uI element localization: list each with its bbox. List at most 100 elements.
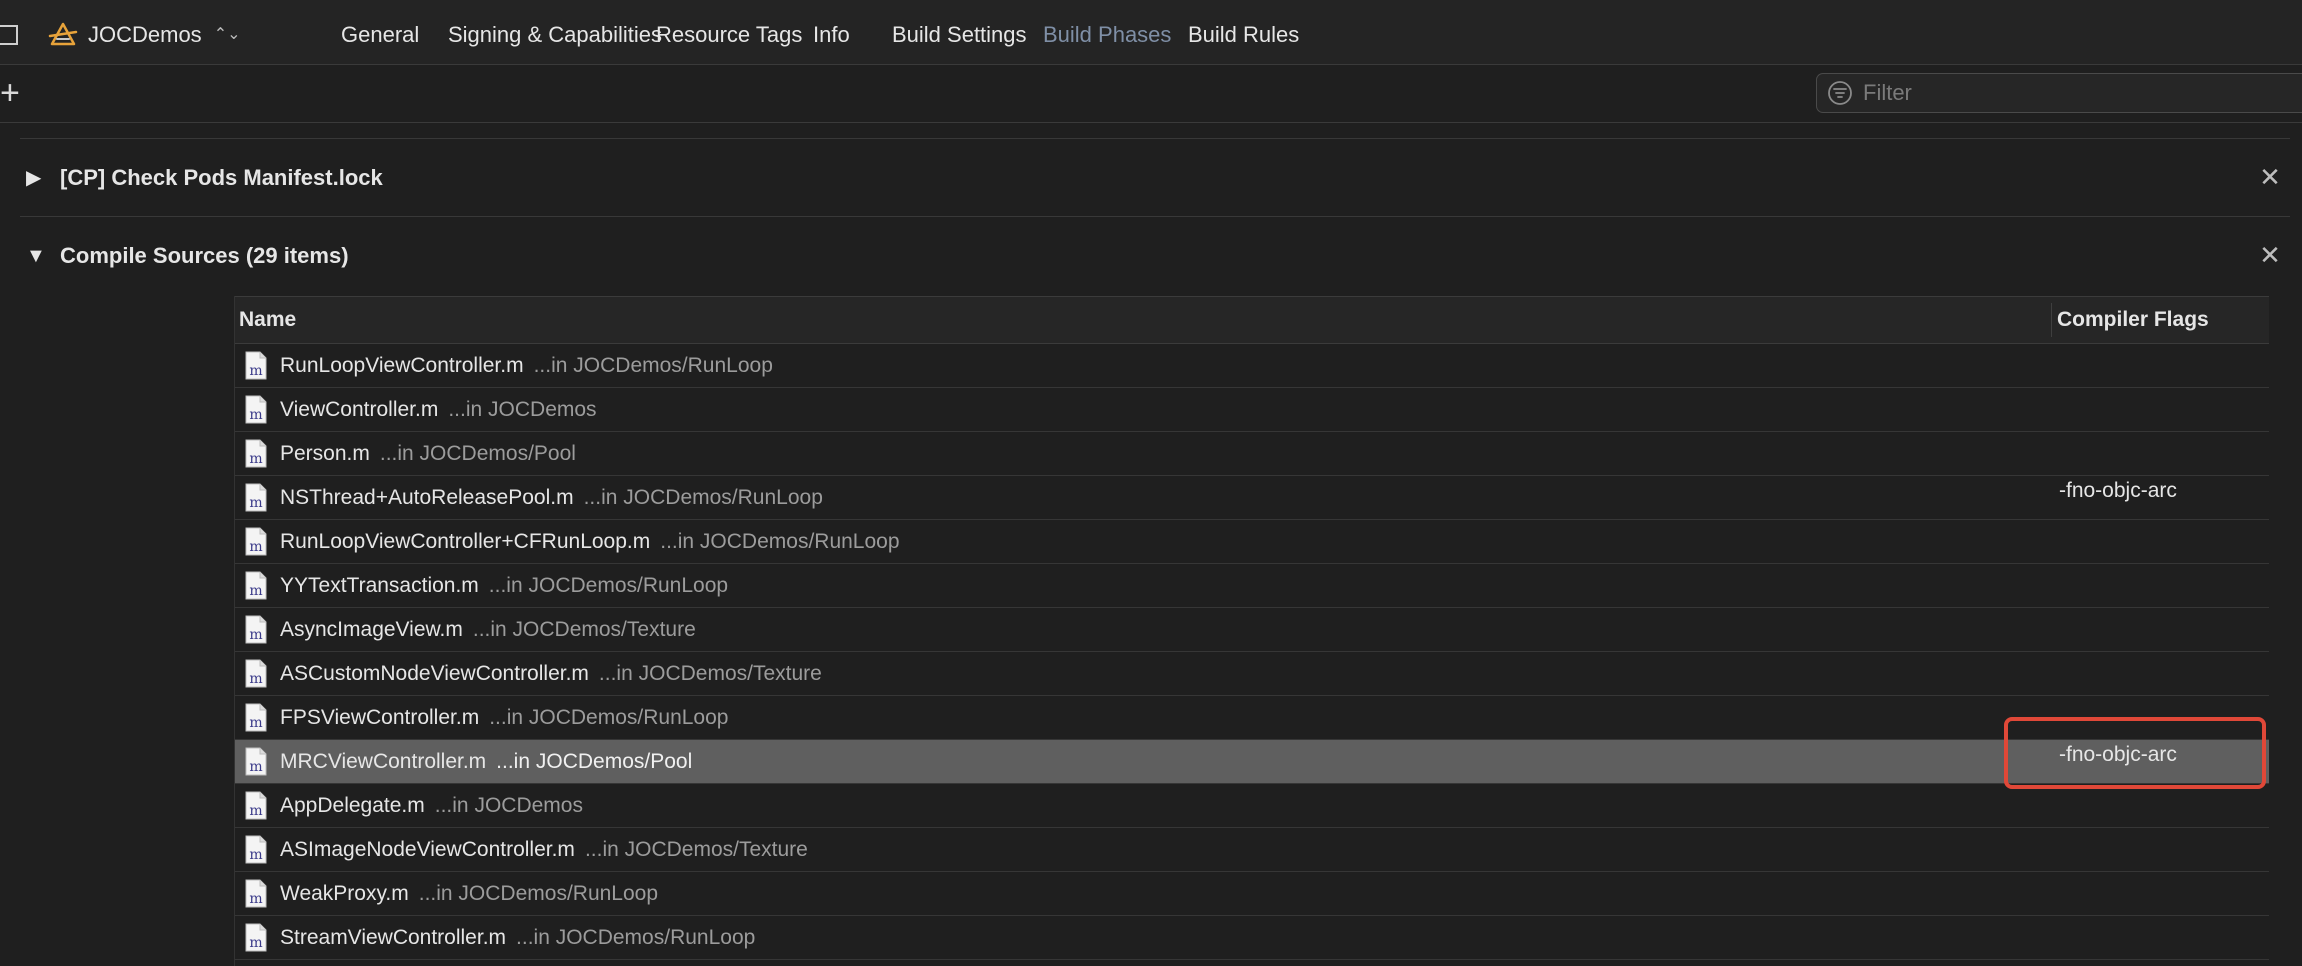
- file-location: ...in JOCDemos/RunLoop: [533, 354, 773, 377]
- objc-source-file-icon: m: [245, 351, 267, 380]
- filter-icon: [1828, 81, 1852, 105]
- editor-tab-bar: JOCDemos ⌃⌄ General Signing & Capabiliti…: [0, 0, 2302, 65]
- column-divider[interactable]: [2051, 303, 2052, 337]
- app-target-icon: [48, 22, 78, 46]
- file-location: ...in JOCDemos/Texture: [584, 838, 808, 861]
- chevron-up-down-icon: ⌃⌄: [213, 26, 241, 43]
- table-row[interactable]: m RunLoopViewController+CFRunLoop.m ...in …: [235, 520, 2269, 564]
- svg-text:m: m: [249, 539, 262, 555]
- compiler-flags-cell[interactable]: -fno-objc-arc: [2059, 476, 2177, 520]
- objc-source-file-icon: m: [245, 395, 267, 424]
- svg-text:m: m: [249, 671, 262, 687]
- file-location: ...in JOCDemos/RunLoop: [660, 530, 900, 553]
- phase-title-compile-sources: Compile Sources (29 items): [60, 243, 349, 268]
- svg-text:m: m: [249, 803, 262, 819]
- file-name: WeakProxy.m: [280, 882, 409, 905]
- table-row[interactable]: m AppDelegate.m ...in JOCDemos: [235, 784, 2269, 828]
- file-location: ...in JOCDemos/Texture: [472, 618, 696, 641]
- delete-phase-icon[interactable]: ✕: [2258, 164, 2282, 190]
- tab-build-rules[interactable]: Build Rules: [1188, 18, 1299, 52]
- objc-source-file-icon: m: [245, 703, 267, 732]
- svg-text:m: m: [249, 495, 262, 511]
- file-name: ASCustomNodeViewController.m: [280, 662, 589, 685]
- file-location: ...in JOCDemos: [448, 398, 597, 421]
- compile-sources-table: Name Compiler Flags m RunLoopViewControll…: [234, 296, 2269, 966]
- target-selector[interactable]: JOCDemos ⌃⌄: [48, 18, 241, 52]
- table-row[interactable]: m RunLoopViewController.m ...in JOCDemos/R…: [235, 344, 2269, 388]
- file-location: ...in JOCDemos: [434, 794, 583, 817]
- objc-source-file-icon: m: [245, 835, 267, 864]
- table-header: Name Compiler Flags: [235, 296, 2269, 344]
- file-location: ...in JOCDemos/RunLoop: [583, 486, 823, 509]
- file-location: ...in JOCDemos/Pool: [379, 442, 576, 465]
- objc-source-file-icon: m: [245, 659, 267, 688]
- filter-input[interactable]: [1861, 79, 2302, 107]
- svg-text:m: m: [249, 759, 262, 775]
- objc-source-file-icon: m: [245, 439, 267, 468]
- svg-text:m: m: [249, 935, 262, 951]
- disclosure-collapsed-icon[interactable]: ▶: [26, 167, 46, 189]
- table-row[interactable]: m ViewController.m ...in JOCDemos: [235, 388, 2269, 432]
- file-location: ...in JOCDemos/Texture: [598, 662, 822, 685]
- column-header-compiler-flags[interactable]: Compiler Flags: [2057, 297, 2209, 343]
- file-name: YYTextTransaction.m: [280, 574, 479, 597]
- objc-source-file-icon: m: [245, 483, 267, 512]
- phase-check-pods[interactable]: ▶ [CP] Check Pods Manifest.lock ✕: [20, 145, 2290, 211]
- svg-text:m: m: [249, 847, 262, 863]
- file-name: ViewController.m: [280, 398, 439, 421]
- target-name: JOCDemos: [88, 22, 202, 47]
- table-row[interactable]: m Person.m ...in JOCDemos/Pool: [235, 432, 2269, 476]
- xcode-target-editor: JOCDemos ⌃⌄ General Signing & Capabiliti…: [0, 0, 2302, 966]
- table-row[interactable]: m FPSViewController.m ...in JOCDemos/RunLo…: [235, 696, 2269, 740]
- table-body: m RunLoopViewController.m ...in JOCDemos/R…: [235, 344, 2269, 960]
- add-phase-button[interactable]: +: [0, 73, 20, 113]
- file-name: RunLoopViewController+CFRunLoop.m: [280, 530, 651, 553]
- tab-build-settings[interactable]: Build Settings: [892, 18, 1027, 52]
- file-name: NSThread+AutoReleasePool.m: [280, 486, 574, 509]
- file-name: Person.m: [280, 442, 370, 465]
- file-location: ...in JOCDemos/RunLoop: [488, 574, 729, 597]
- table-row[interactable]: m NSThread+AutoReleasePool.m ...in JOCDemo…: [235, 476, 2269, 520]
- svg-text:m: m: [249, 363, 262, 379]
- svg-text:m: m: [249, 627, 262, 643]
- svg-text:m: m: [249, 451, 262, 467]
- file-name: AppDelegate.m: [280, 794, 425, 817]
- objc-source-file-icon: m: [245, 879, 267, 908]
- table-row[interactable]: m WeakProxy.m ...in JOCDemos/RunLoop: [235, 872, 2269, 916]
- objc-source-file-icon: m: [245, 527, 267, 556]
- phase-compile-sources[interactable]: ▼ Compile Sources (29 items) ✕: [20, 223, 2290, 289]
- table-row[interactable]: m MRCViewController.m ...in JOCDemos/Pool -…: [235, 740, 2269, 784]
- column-header-name[interactable]: Name: [239, 297, 296, 343]
- tab-info[interactable]: Info: [813, 18, 850, 52]
- file-name: RunLoopViewController.m: [280, 354, 524, 377]
- table-row[interactable]: m ASImageNodeViewController.m ...in JOCDem…: [235, 828, 2269, 872]
- tab-signing-capabilities[interactable]: Signing & Capabilities: [448, 18, 662, 52]
- file-location: ...in JOCDemos/RunLoop: [489, 706, 729, 729]
- svg-text:m: m: [249, 715, 262, 731]
- table-row[interactable]: m AsyncImageView.m ...in JOCDemos/Texture: [235, 608, 2269, 652]
- sidebar-toggle-icon[interactable]: [0, 25, 18, 45]
- objc-source-file-icon: m: [245, 615, 267, 644]
- phases-toolbar: +: [0, 65, 2302, 123]
- tab-general[interactable]: General: [341, 18, 419, 52]
- file-name: MRCViewController.m: [280, 750, 487, 773]
- file-location: ...in JOCDemos/RunLoop: [516, 926, 756, 949]
- file-name: StreamViewController.m: [280, 926, 507, 949]
- tab-build-phases[interactable]: Build Phases: [1043, 18, 1171, 52]
- phase-separator: [20, 216, 2290, 217]
- table-row[interactable]: m StreamViewController.m ...in JOCDemos/Ru…: [235, 916, 2269, 960]
- disclosure-expanded-icon[interactable]: ▼: [26, 245, 46, 267]
- file-name: AsyncImageView.m: [280, 618, 463, 641]
- file-location: ...in JOCDemos/RunLoop: [418, 882, 659, 905]
- file-name: FPSViewController.m: [280, 706, 480, 729]
- tab-resource-tags[interactable]: Resource Tags: [656, 18, 802, 52]
- filter-field[interactable]: [1816, 73, 2302, 113]
- compiler-flags-cell[interactable]: -fno-objc-arc: [2059, 740, 2177, 784]
- table-row[interactable]: m ASCustomNodeViewController.m ...in JOCDe…: [235, 652, 2269, 696]
- objc-source-file-icon: m: [245, 571, 267, 600]
- objc-source-file-icon: m: [245, 791, 267, 820]
- svg-text:m: m: [249, 891, 262, 907]
- delete-phase-icon[interactable]: ✕: [2258, 242, 2282, 268]
- objc-source-file-icon: m: [245, 747, 267, 776]
- table-row[interactable]: m YYTextTransaction.m ...in JOCDemos/RunLo…: [235, 564, 2269, 608]
